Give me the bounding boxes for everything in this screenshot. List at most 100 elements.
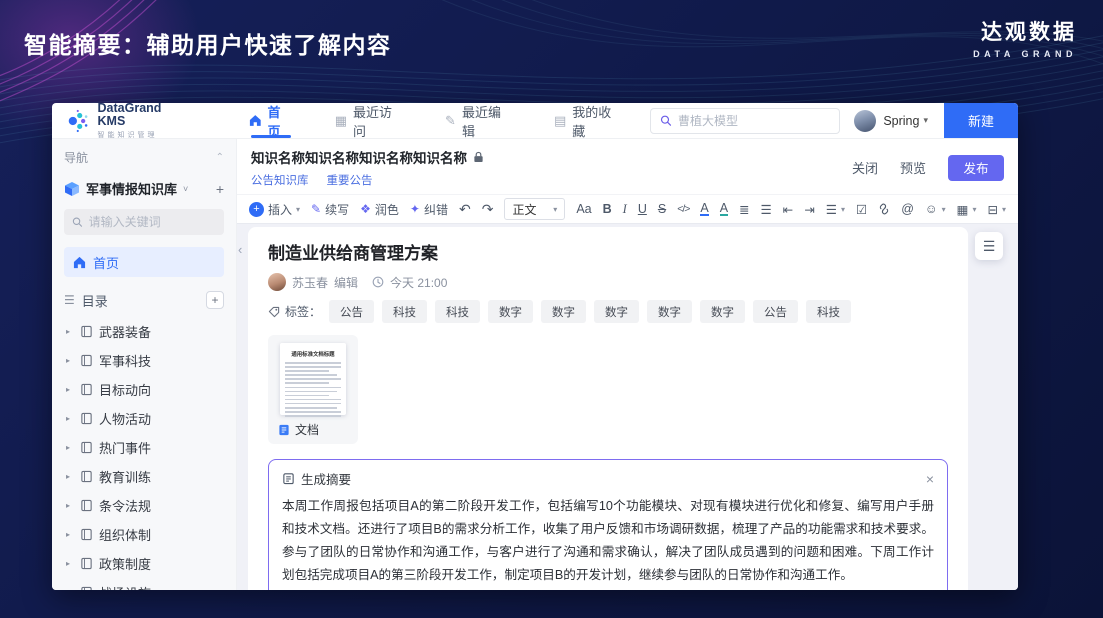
document-meta: 苏玉春 编辑 今天 21:00 [268, 273, 948, 291]
summary-icon [282, 472, 295, 485]
align-button[interactable]: ☰ ▾ [826, 202, 845, 217]
link-button[interactable] [878, 203, 890, 215]
task-list-button[interactable]: ☑ [856, 202, 867, 217]
insert-menu-button[interactable]: + 插入 ▾ [249, 201, 300, 218]
undo-button[interactable]: ↶ [459, 201, 471, 218]
tag-chip[interactable]: 数字 [541, 300, 586, 323]
app-body: 导航 ⌃ 军事情报知识库 ˅ + [52, 139, 1018, 590]
caret-down-icon: ▾ [942, 205, 946, 214]
nav-tab-recent-visits[interactable]: ▦ 最近访问 [321, 103, 417, 138]
highlight-button[interactable]: A [720, 202, 728, 216]
chevron-right-icon[interactable]: ▸ [66, 501, 74, 510]
ai-proofread-button[interactable]: ✦ 纠错 [410, 201, 448, 218]
document-title[interactable]: 制造业供给商管理方案 [268, 239, 948, 264]
table-icon: ▦ [957, 202, 969, 217]
tag-chip[interactable]: 数字 [594, 300, 639, 323]
chevron-right-icon[interactable]: ▸ [66, 385, 74, 394]
chevron-right-icon[interactable]: ▸ [66, 443, 74, 452]
user-avatar[interactable] [854, 110, 876, 132]
sidebar-tree-item[interactable]: ▸ 教育训练 [64, 462, 224, 491]
tag-chip[interactable]: 公告 [753, 300, 798, 323]
knowledge-base-selector[interactable]: 军事情报知识库 ˅ + [64, 179, 224, 198]
outline-toggle-button[interactable]: ☰ [975, 232, 1003, 260]
global-search[interactable] [650, 108, 840, 134]
add-toc-node-button[interactable]: + [206, 291, 224, 309]
close-button[interactable]: 关闭 [852, 158, 878, 177]
breadcrumb-link-notice[interactable]: 重要公告 [327, 172, 373, 188]
attachment-card[interactable]: 通用标准文档标题 [268, 335, 358, 444]
nav-tab-favorites[interactable]: ▤ 我的收藏 [540, 103, 636, 138]
sidebar-tree-item[interactable]: ▸ 组织体制 [64, 520, 224, 549]
link-icon [878, 203, 890, 215]
tag-chip[interactable]: 数字 [700, 300, 745, 323]
add-knowledge-base-button[interactable]: + [216, 181, 224, 197]
ai-polish-button[interactable]: ❖ 润色 [360, 201, 399, 218]
global-search-input[interactable] [678, 114, 830, 128]
unordered-list-button[interactable]: ☰ [761, 202, 772, 217]
strikethrough-button[interactable]: S [658, 202, 666, 216]
sidebar: 导航 ⌃ 军事情报知识库 ˅ + [52, 139, 237, 590]
sidebar-item-home[interactable]: 首页 [64, 247, 224, 277]
emoji-button[interactable]: ☺ ▾ [925, 202, 946, 216]
nav-tab-recent-edits[interactable]: ✎ 最近编辑 [431, 103, 526, 138]
collapse-panel-handle[interactable]: ‹ [238, 242, 242, 257]
font-color-button[interactable]: A [700, 202, 708, 216]
mention-button[interactable]: @ [901, 202, 914, 216]
tag-chips: 公告科技科技数字数字数字数字数字公告科技 [329, 300, 851, 323]
chevron-right-icon[interactable]: ▸ [66, 472, 74, 481]
sidebar-tree-item[interactable]: ▸ 政策制度 [64, 549, 224, 578]
chevron-right-icon[interactable]: ▸ [66, 559, 74, 568]
chevron-right-icon[interactable]: ▸ [66, 530, 74, 539]
ordered-list-button[interactable]: ≣ [739, 202, 749, 217]
plus-circle-icon: + [249, 202, 264, 217]
favorites-icon: ▤ [554, 113, 566, 129]
tag-chip[interactable]: 科技 [806, 300, 851, 323]
more-button[interactable]: ⊟ ▾ [988, 202, 1007, 217]
breadcrumb-link-kb[interactable]: 公告知识库 [251, 172, 309, 188]
close-icon[interactable]: × [926, 471, 934, 487]
code-button[interactable]: </> [677, 203, 689, 215]
sidebar-search-input[interactable] [89, 215, 216, 229]
underline-button[interactable]: U [638, 202, 647, 216]
sidebar-tree-item[interactable]: ▸ 战场设施 [64, 578, 224, 590]
sidebar-tree-item[interactable]: ▸ 军事科技 [64, 346, 224, 375]
app-logo[interactable]: DataGrand KMS 智能知识管理 [52, 103, 207, 140]
tag-chip[interactable]: 数字 [488, 300, 533, 323]
paragraph-style-select[interactable]: 正文 ▾ [504, 198, 565, 220]
chevron-up-icon[interactable]: ⌃ [216, 152, 224, 163]
bold-button[interactable]: B [603, 202, 612, 216]
sidebar-search[interactable] [64, 209, 224, 235]
sidebar-tree-item[interactable]: ▸ 热门事件 [64, 433, 224, 462]
italic-button[interactable]: I [623, 202, 627, 217]
editor-page: 制造业供给商管理方案 苏玉春 编辑 今天 21:00 [248, 227, 968, 590]
table-button[interactable]: ▦ ▾ [957, 202, 977, 217]
search-icon [660, 114, 672, 127]
editor-toolbar: + 插入 ▾ ✎ 续写 ❖ 润色 ✦ 纠错 [237, 194, 1018, 224]
chevron-right-icon[interactable]: ▸ [66, 327, 74, 336]
tags-label: 标签： [268, 303, 321, 320]
tag-chip[interactable]: 科技 [382, 300, 427, 323]
user-menu-caret-icon[interactable]: ▾ [923, 115, 928, 126]
notebook-icon [80, 586, 93, 590]
outdent-button[interactable]: ⇤ [783, 202, 793, 217]
sidebar-tree-item[interactable]: ▸ 目标动向 [64, 375, 224, 404]
sidebar-tree-item[interactable]: ▸ 条令法规 [64, 491, 224, 520]
pen-sparkle-icon: ✎ [311, 202, 321, 216]
font-size-button[interactable]: Aa [576, 202, 591, 216]
sidebar-tree-item[interactable]: ▸ 武器装备 [64, 317, 224, 346]
chevron-right-icon[interactable]: ▸ [66, 414, 74, 423]
indent-button[interactable]: ⇥ [804, 202, 814, 217]
publish-button[interactable]: 发布 [948, 155, 1004, 181]
chevron-right-icon[interactable]: ▸ [66, 588, 74, 590]
caret-down-icon: ▾ [296, 205, 300, 214]
tag-chip[interactable]: 数字 [647, 300, 692, 323]
preview-button[interactable]: 预览 [900, 158, 926, 177]
chevron-right-icon[interactable]: ▸ [66, 356, 74, 365]
new-button[interactable]: 新建 [944, 103, 1018, 138]
redo-button[interactable]: ↷ [482, 201, 494, 218]
ai-continue-button[interactable]: ✎ 续写 [311, 201, 349, 218]
nav-tab-home[interactable]: 首页 [235, 103, 307, 138]
tag-chip[interactable]: 科技 [435, 300, 480, 323]
sidebar-tree-item[interactable]: ▸ 人物活动 [64, 404, 224, 433]
tag-chip[interactable]: 公告 [329, 300, 374, 323]
